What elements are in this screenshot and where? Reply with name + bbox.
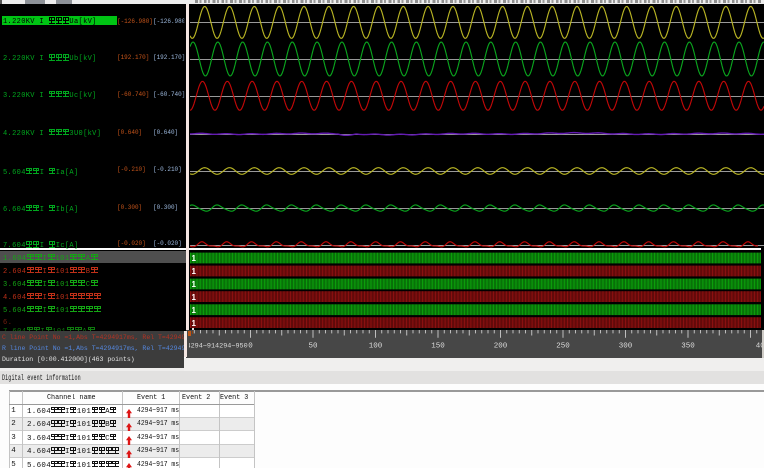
svg-text:4294~914294~950: 4294~914294~950: [189, 343, 248, 351]
svg-text:0: 0: [248, 343, 253, 351]
svg-text:200: 200: [493, 343, 507, 351]
svg-text:350: 350: [681, 343, 695, 351]
svg-text:300: 300: [618, 343, 632, 351]
svg-text:100: 100: [368, 343, 382, 351]
svg-text:250: 250: [556, 343, 570, 351]
svg-text:150: 150: [431, 343, 445, 351]
svg-text:50: 50: [308, 343, 318, 351]
